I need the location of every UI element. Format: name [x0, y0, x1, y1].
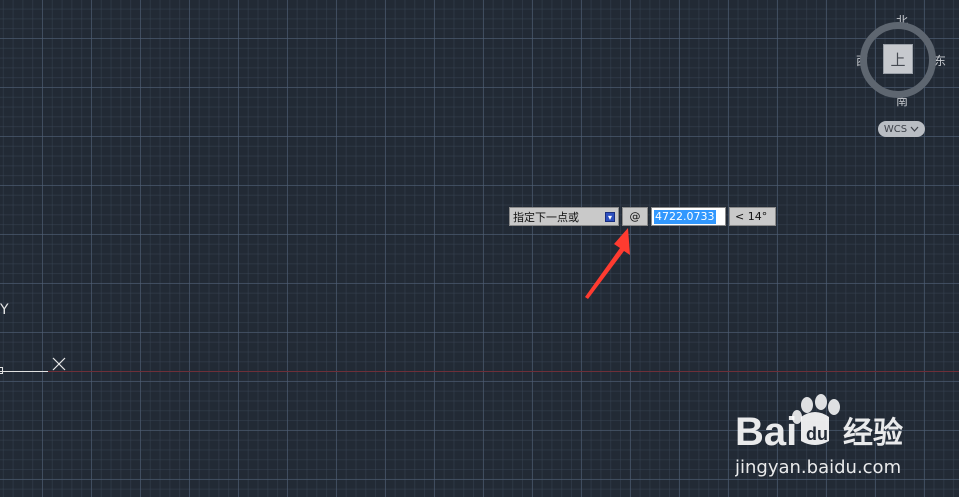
- cursor-crosshair-icon: [52, 357, 66, 371]
- baidu-jingyan-watermark: Bai du 经验 jingyan.baidu.com: [735, 394, 903, 478]
- wcs-menu-button[interactable]: WCS: [878, 121, 925, 137]
- x-axis-line: [0, 371, 959, 372]
- watermark-brand-right: 经验: [843, 416, 903, 451]
- wcs-label: WCS: [883, 123, 908, 135]
- angle-value: < 14°: [735, 210, 768, 223]
- ucs-origin-box: [0, 367, 3, 374]
- watermark-brand-left: Bai: [735, 410, 797, 454]
- arrow-down-icon[interactable]: ▾: [605, 211, 615, 222]
- annotation-arrow-icon: [585, 228, 630, 299]
- ucs-y-label: Y: [0, 302, 9, 318]
- viewcube[interactable]: 北 西 东 南 上 WCS: [856, 10, 948, 140]
- distance-input[interactable]: 4722.0733: [651, 207, 726, 226]
- svg-text:du: du: [806, 424, 828, 444]
- prompt-text: 指定下一点或: [513, 210, 579, 224]
- angle-input[interactable]: < 14°: [729, 207, 776, 226]
- viewcube-top-face[interactable]: 上: [883, 44, 913, 74]
- chevron-down-icon: [910, 126, 919, 132]
- ucs-x-axis-line: [0, 371, 48, 372]
- watermark-url: jingyan.baidu.com: [735, 457, 901, 478]
- viewcube-face-label: 上: [890, 50, 906, 69]
- distance-value: 4722.0733: [654, 209, 716, 224]
- relative-symbol: @: [629, 210, 641, 223]
